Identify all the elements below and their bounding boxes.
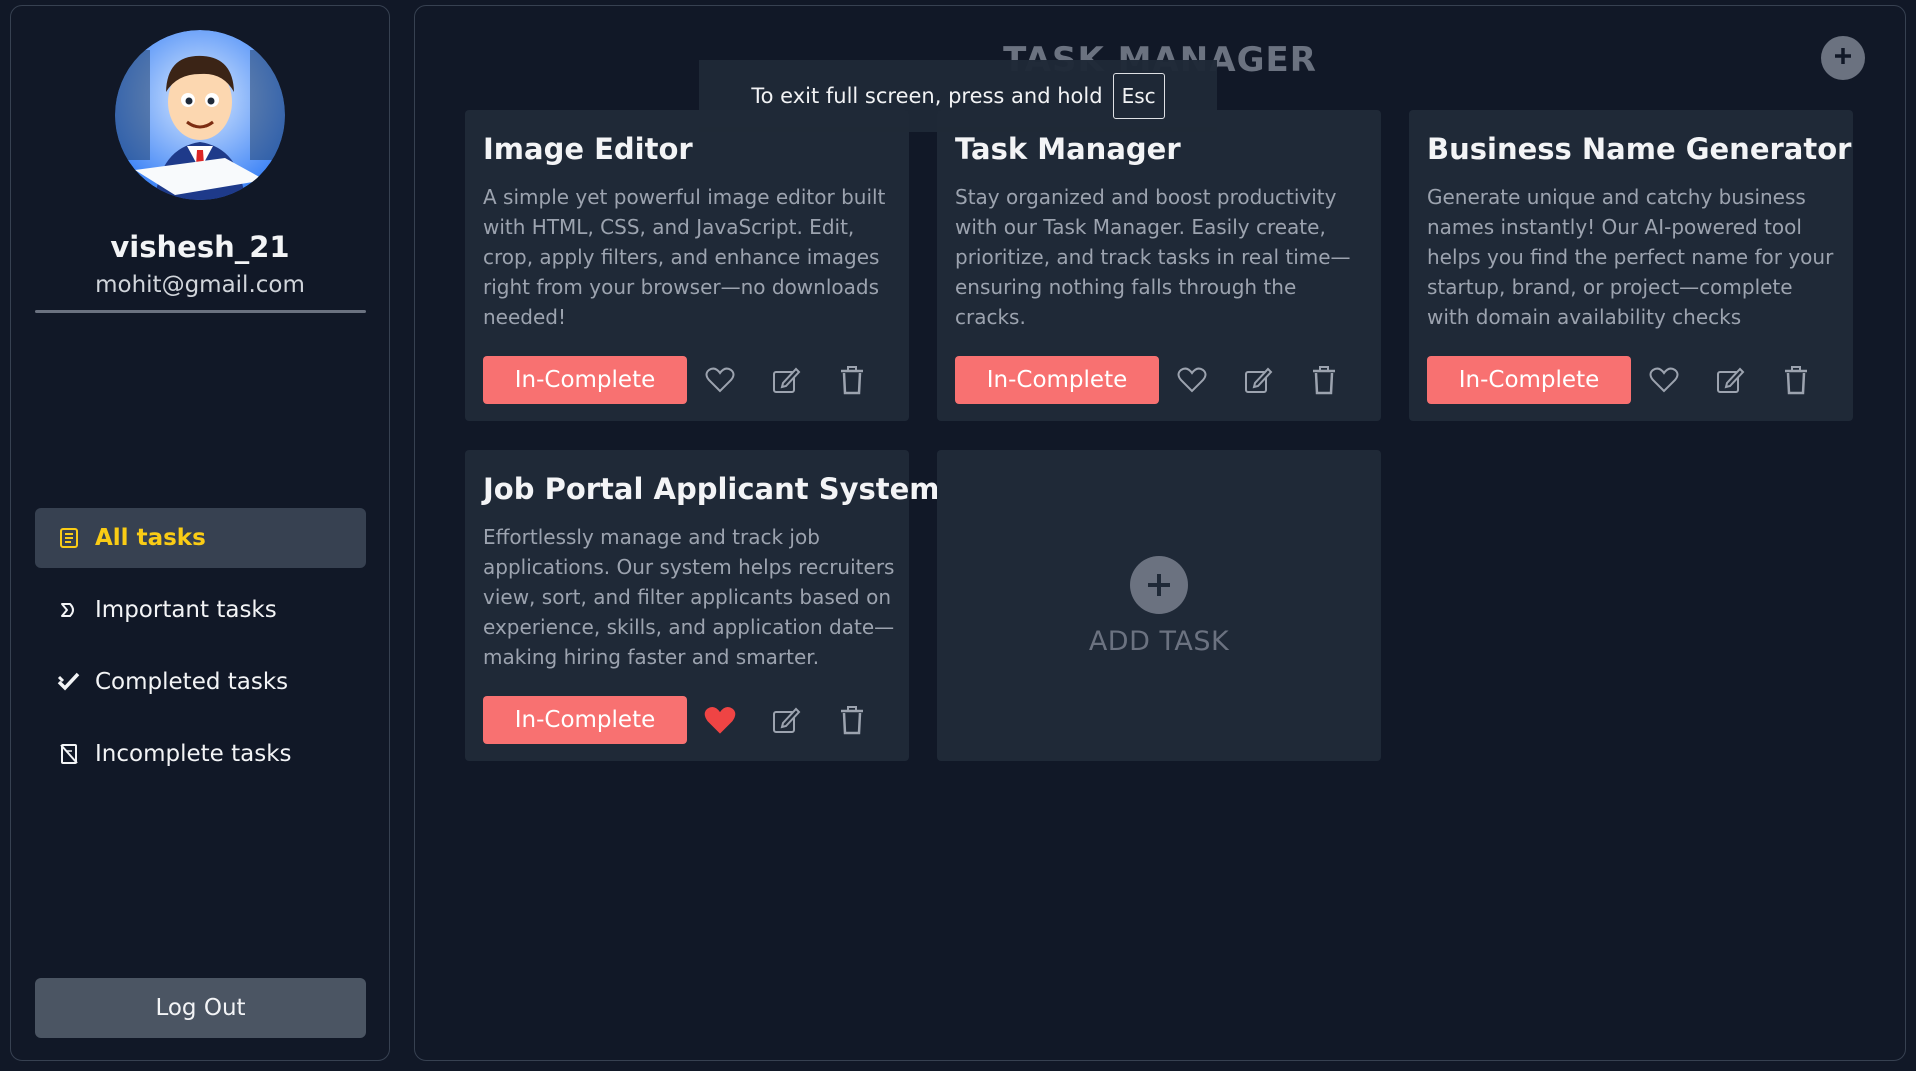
trash-icon[interactable] (1779, 364, 1813, 396)
heart-icon[interactable] (1647, 364, 1681, 396)
task-card: Job Portal Applicant System Effortlessly… (465, 450, 940, 761)
task-card: Image Editor A simple yet powerful image… (465, 110, 909, 421)
task-card: Business Name Generator Generate unique … (1409, 110, 1853, 421)
status-button[interactable]: In-Complete (483, 356, 687, 404)
task-description: Effortlessly manage and track job applic… (483, 525, 895, 669)
esc-key-badge: Esc (1112, 73, 1165, 119)
username: vishesh_21 (110, 230, 290, 264)
task-title: Job Portal Applicant System (483, 472, 940, 506)
sidebar-item-completed-tasks[interactable]: Completed tasks (35, 652, 366, 712)
tag-icon (57, 598, 81, 622)
edit-icon[interactable] (1241, 364, 1275, 396)
heart-icon[interactable] (1175, 364, 1209, 396)
add-task-label: ADD TASK (1088, 626, 1230, 657)
main-panel: TASK MANAGER Image Editor A simple yet p… (414, 5, 1906, 1061)
user-email: mohit@gmail.com (95, 272, 305, 298)
slashed-note-icon (57, 742, 81, 766)
task-card: Task Manager Stay organized and boost pr… (937, 110, 1381, 421)
sidebar-item-label: Incomplete tasks (95, 741, 292, 767)
sidebar-item-important-tasks[interactable]: Important tasks (35, 580, 366, 640)
list-icon (57, 526, 81, 550)
plus-icon (1832, 45, 1854, 71)
sidebar-item-label: All tasks (95, 525, 206, 551)
fullscreen-notice: To exit full screen, press and hold Esc (699, 60, 1217, 132)
fullscreen-notice-text: To exit full screen, press and hold (751, 84, 1103, 108)
edit-icon[interactable] (769, 704, 803, 736)
sidebar-item-all-tasks[interactable]: All tasks (35, 508, 366, 568)
double-check-icon (57, 670, 81, 694)
edit-icon[interactable] (1713, 364, 1747, 396)
sidebar-item-label: Important tasks (95, 597, 277, 623)
task-title: Task Manager (955, 132, 1181, 166)
task-description: Generate unique and catchy business name… (1427, 185, 1834, 329)
task-title: Image Editor (483, 132, 693, 166)
status-button[interactable]: In-Complete (483, 696, 687, 744)
avatar (115, 30, 285, 200)
sidebar: vishesh_21 mohit@gmail.com All tasks Imp… (10, 5, 390, 1061)
sidebar-item-label: Completed tasks (95, 669, 289, 695)
add-task-button[interactable] (1821, 36, 1865, 80)
heart-icon[interactable] (703, 364, 737, 396)
plus-icon (1130, 556, 1188, 614)
trash-icon[interactable] (835, 704, 869, 736)
sidebar-item-incomplete-tasks[interactable]: Incomplete tasks (35, 724, 366, 784)
logout-button[interactable]: Log Out (35, 978, 366, 1038)
task-description: Stay organized and boost productivity wi… (955, 185, 1351, 329)
task-title: Business Name Generator (1427, 132, 1852, 166)
status-button[interactable]: In-Complete (955, 356, 1159, 404)
edit-icon[interactable] (769, 364, 803, 396)
trash-icon[interactable] (1307, 364, 1341, 396)
status-button[interactable]: In-Complete (1427, 356, 1631, 404)
task-description: A simple yet powerful image editor built… (483, 185, 886, 329)
profile-divider (35, 310, 366, 313)
trash-icon[interactable] (835, 364, 869, 396)
heart-filled-icon[interactable] (703, 704, 737, 736)
add-task-card[interactable]: ADD TASK (937, 450, 1381, 761)
